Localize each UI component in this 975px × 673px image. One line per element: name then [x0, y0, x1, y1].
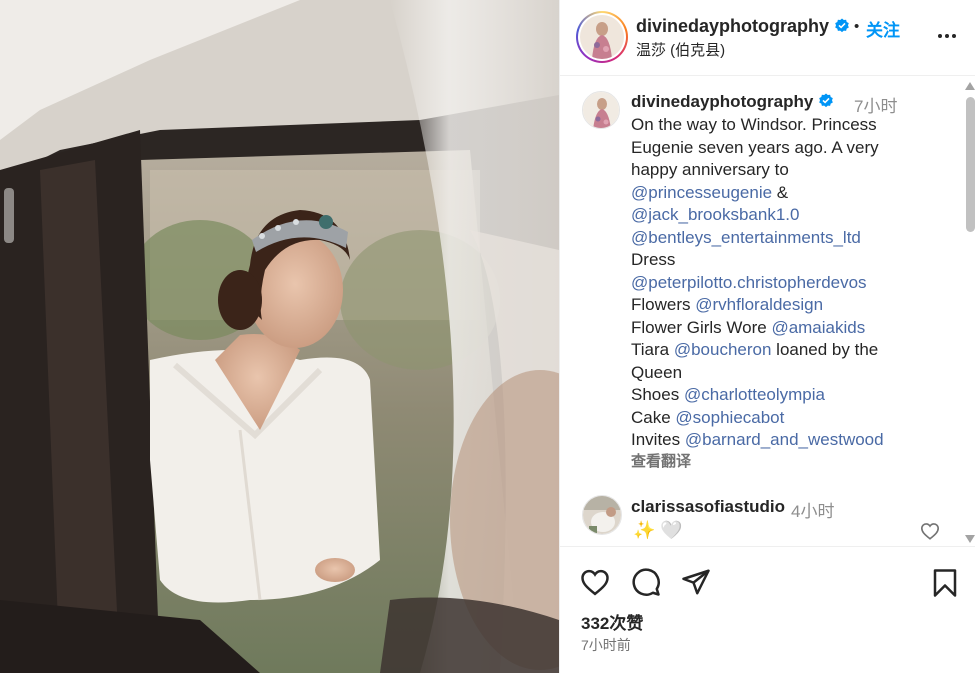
bride-in-car-photo: [0, 0, 559, 673]
post-timestamp[interactable]: 7小时前: [581, 635, 631, 655]
post-photo[interactable]: [0, 0, 559, 673]
scroll-up-arrow-icon[interactable]: [965, 82, 975, 90]
caption-line: Dress: [631, 249, 931, 272]
mention-link[interactable]: @bentleys_entertainments_ltd: [631, 228, 861, 247]
more-options-icon[interactable]: [932, 26, 962, 46]
author-username-text[interactable]: divinedayphotography: [636, 16, 829, 36]
mention-link[interactable]: @charlotteolympia: [684, 385, 825, 404]
scroll-down-arrow-icon[interactable]: [965, 535, 975, 543]
caption-text: Shoes: [631, 385, 684, 404]
caption-text: happy anniversary to: [631, 160, 789, 179]
mention-link[interactable]: @rvhfloraldesign: [695, 295, 823, 314]
caption-line: Shoes @charlotteolympia: [631, 384, 931, 407]
like-count[interactable]: 332次赞: [581, 609, 643, 634]
follow-button[interactable]: 关注: [866, 16, 900, 41]
translate-button[interactable]: 查看翻译: [631, 450, 691, 471]
caption-line: On the way to Windsor. Princess: [631, 114, 931, 137]
post-location[interactable]: 温莎 (伯克县): [636, 39, 725, 60]
caption-text: Dress: [631, 250, 676, 269]
heart-icon[interactable]: [580, 568, 610, 601]
caption-text: Flower Girls Wore: [631, 317, 772, 337]
comment-author-avatar[interactable]: [582, 495, 622, 535]
comment-text: ✨ 🤍: [633, 520, 683, 540]
comments-list[interactable]: divinedayphotography 7小时 On the way to W…: [560, 77, 975, 547]
caption-line: Flowers @rvhfloraldesign: [631, 294, 931, 317]
bookmark-icon[interactable]: [932, 568, 958, 603]
caption-text: Queen: [631, 362, 683, 382]
mention-link[interactable]: @barnard_and_westwood: [685, 430, 884, 449]
caption-text: Flowers: [631, 295, 696, 314]
caption-text: loaned by the: [771, 340, 879, 359]
caption-author-avatar[interactable]: [582, 91, 620, 129]
post-header: divinedayphotography • 关注 温莎 (伯克县): [560, 0, 975, 76]
caption-line: Queen: [631, 362, 931, 385]
caption-line: @jack_brooksbank1.0: [631, 204, 931, 227]
post-caption: On the way to Windsor. Princess Eugenie s…: [631, 114, 931, 452]
comment-icon[interactable]: [631, 567, 661, 602]
caption-line: @bentleys_entertainments_ltd: [631, 227, 931, 250]
caption-text: Tiara: [631, 340, 674, 359]
caption-line: Cake @sophiecabot: [631, 407, 931, 430]
share-icon[interactable]: [681, 568, 711, 601]
mention-link[interactable]: @boucheron: [674, 340, 772, 359]
caption-line: @peterpilotto.christopherdevos: [631, 272, 931, 295]
verified-badge-icon: [834, 18, 850, 39]
comment-time[interactable]: 4小时: [791, 497, 834, 522]
verified-badge-icon: [818, 93, 834, 114]
mention-link[interactable]: @peterpilotto.christopherdevos: [631, 273, 867, 292]
caption-line: @princesseugenie &: [631, 182, 931, 205]
caption-line: Flower Girls Wore @amaiakids: [631, 317, 931, 340]
caption-line: Invites @barnard_and_westwood: [631, 429, 931, 452]
comment-username[interactable]: clarissasofiastudio: [631, 497, 785, 517]
author-avatar[interactable]: [576, 11, 628, 63]
caption-line: Eugenie seven years ago. A very: [631, 137, 931, 160]
caption-text: On the way to Windsor. Princess: [631, 115, 877, 134]
caption-line: happy anniversary to: [631, 159, 931, 182]
caption-line: Tiara @boucheron loaned by the: [631, 339, 931, 362]
author-username[interactable]: divinedayphotography: [636, 16, 850, 39]
header-separator: •: [854, 18, 860, 35]
mention-link[interactable]: @sophiecabot: [675, 408, 784, 427]
comment-heart-icon[interactable]: [920, 522, 940, 545]
caption-text: &: [772, 182, 789, 202]
caption-text: Invites: [631, 430, 685, 449]
post-side-panel: divinedayphotography • 关注 温莎 (伯克县) divin…: [559, 0, 975, 673]
caption-text: Cake: [631, 407, 676, 427]
mention-link[interactable]: @amaiakids: [771, 318, 865, 337]
caption-username[interactable]: divinedayphotography: [631, 92, 834, 114]
mention-link[interactable]: @princesseugenie: [631, 183, 772, 202]
mention-link[interactable]: @jack_brooksbank1.0: [631, 205, 799, 224]
caption-text: Eugenie seven years ago. A very: [631, 137, 879, 157]
scrollbar-thumb[interactable]: [966, 97, 975, 232]
caption-username-text[interactable]: divinedayphotography: [631, 92, 813, 111]
